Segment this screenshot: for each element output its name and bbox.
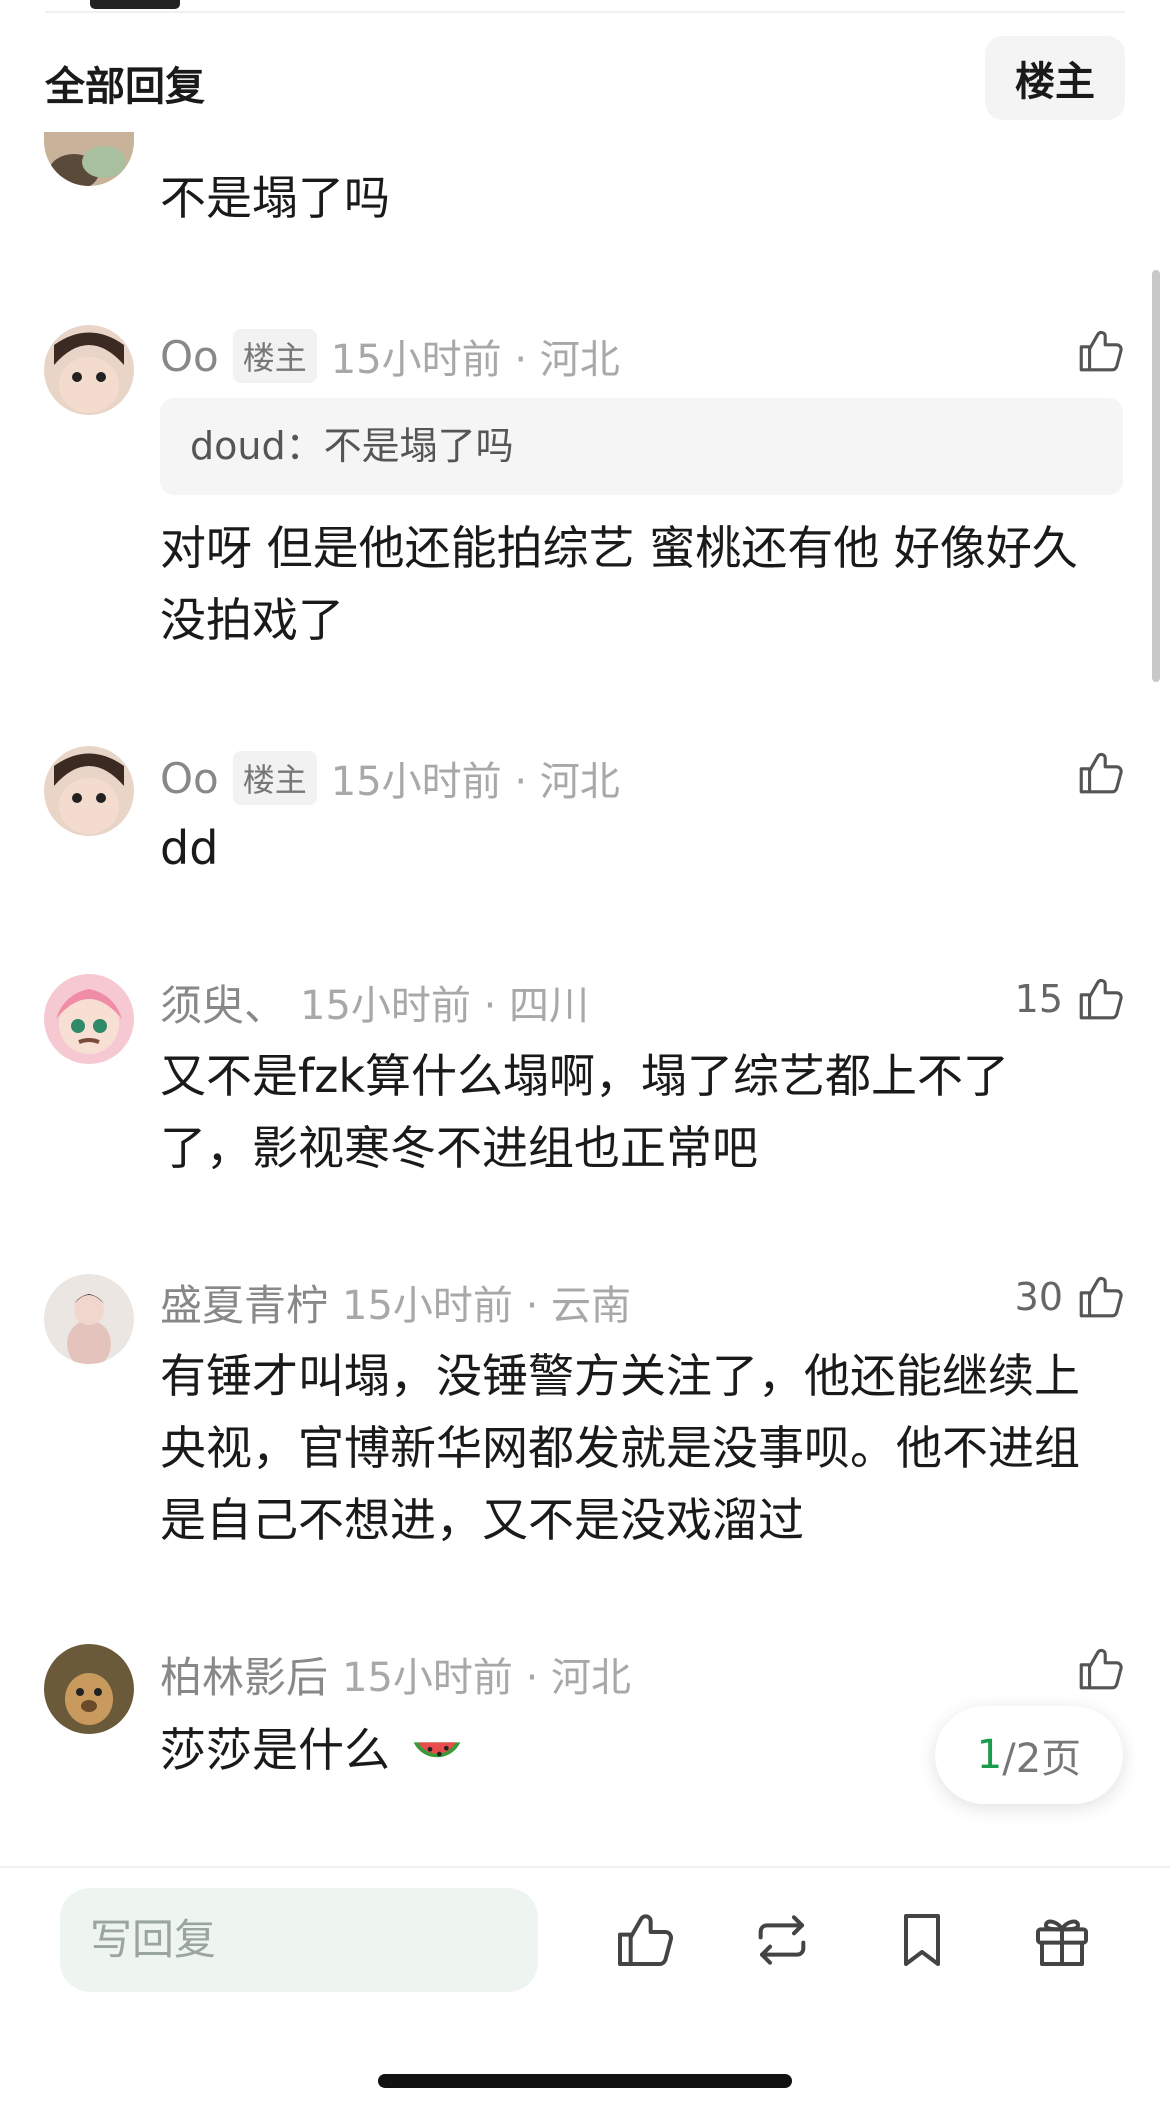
comment-meta: 盛夏青柠 15小时前 · 云南	[160, 1274, 631, 1330]
avatar[interactable]	[44, 1274, 134, 1364]
thumbs-up-icon	[1079, 330, 1123, 372]
comment-text-content: 莎莎是什么	[160, 1723, 390, 1777]
avatar[interactable]	[44, 325, 134, 415]
timestamp-location: 15小时前 · 河北	[330, 759, 620, 805]
bottom-action-bar: 写回复	[0, 1866, 1170, 2118]
owner-only-button[interactable]: 楼主	[985, 36, 1125, 120]
repost-icon[interactable]	[750, 1908, 814, 1972]
comment-meta: 须臾、 15小时前 · 四川	[160, 974, 589, 1030]
thumbs-up-icon	[1079, 978, 1123, 1020]
scrollbar[interactable]	[1152, 270, 1160, 682]
home-indicator	[378, 2074, 792, 2088]
page-title: 全部回复	[45, 64, 205, 110]
like-count: 30	[1014, 1275, 1063, 1319]
thumbs-up-icon[interactable]	[612, 1908, 676, 1972]
reply-input[interactable]: 写回复	[60, 1888, 538, 1992]
avatar[interactable]	[44, 974, 134, 1064]
owner-badge: 楼主	[232, 329, 317, 383]
like-button[interactable]	[1063, 326, 1125, 376]
like-button[interactable]	[1063, 1644, 1125, 1694]
comment-meta: Oo 楼主 15小时前 · 河北	[160, 750, 620, 806]
username[interactable]: 盛夏青柠	[160, 1272, 328, 1333]
gift-icon[interactable]	[1030, 1908, 1094, 1972]
like-button[interactable]: 30	[1015, 1272, 1125, 1322]
like-button[interactable]	[1063, 748, 1125, 798]
thumbs-up-icon	[1079, 1276, 1123, 1318]
username[interactable]: 须臾、	[160, 972, 286, 1033]
replies-header: 全部回复 楼主	[0, 36, 1170, 121]
username[interactable]: Oo	[160, 754, 219, 803]
timestamp-location: 15小时前 · 云南	[342, 1283, 632, 1329]
username[interactable]: 柏林影后	[160, 1644, 328, 1705]
timestamp-location: 15小时前 · 四川	[300, 983, 590, 1029]
like-button[interactable]: 15	[1015, 974, 1125, 1024]
bookmark-icon[interactable]	[890, 1908, 954, 1972]
comment-text: 对呀 但是他还能拍综艺 蜜桃还有他 好像好久没拍戏了	[160, 521, 1078, 647]
quoted-reply[interactable]: doud：不是塌了吗	[160, 398, 1123, 495]
comment-text: 又不是fzk算什么塌啊，塌了综艺都上不了了，影视寒冬不进组也正常吧	[160, 1049, 1009, 1175]
thumbs-up-icon	[1079, 1648, 1123, 1690]
comment-text: 不是塌了吗	[160, 171, 390, 225]
avatar[interactable]	[44, 746, 134, 836]
avatar[interactable]	[44, 120, 134, 186]
page-indicator[interactable]: 1 /2页	[935, 1706, 1123, 1804]
comment-meta: 柏林影后 15小时前 · 河北	[160, 1646, 631, 1702]
comment-meta: Oo 楼主 15小时前 · 河北	[160, 328, 620, 384]
tab-indicator	[90, 0, 180, 9]
thumbs-up-icon	[1079, 752, 1123, 794]
divider	[45, 11, 1125, 13]
total-pages: /2页	[1002, 1736, 1082, 1782]
owner-badge: 楼主	[232, 751, 317, 805]
like-count: 15	[1014, 977, 1063, 1021]
watermelon-icon	[413, 1741, 460, 1757]
comment-text: dd	[160, 821, 219, 875]
avatar[interactable]	[44, 1644, 134, 1734]
current-page: 1	[976, 1732, 1003, 1778]
timestamp-location: 15小时前 · 河北	[330, 337, 620, 383]
username[interactable]: Oo	[160, 332, 219, 381]
timestamp-location: 15小时前 · 河北	[342, 1655, 632, 1701]
comment-text: 有锤才叫塌，没锤警方关注了，他还能继续上央视，官博新华网都发就是没事呗。他不进组…	[160, 1349, 1080, 1547]
